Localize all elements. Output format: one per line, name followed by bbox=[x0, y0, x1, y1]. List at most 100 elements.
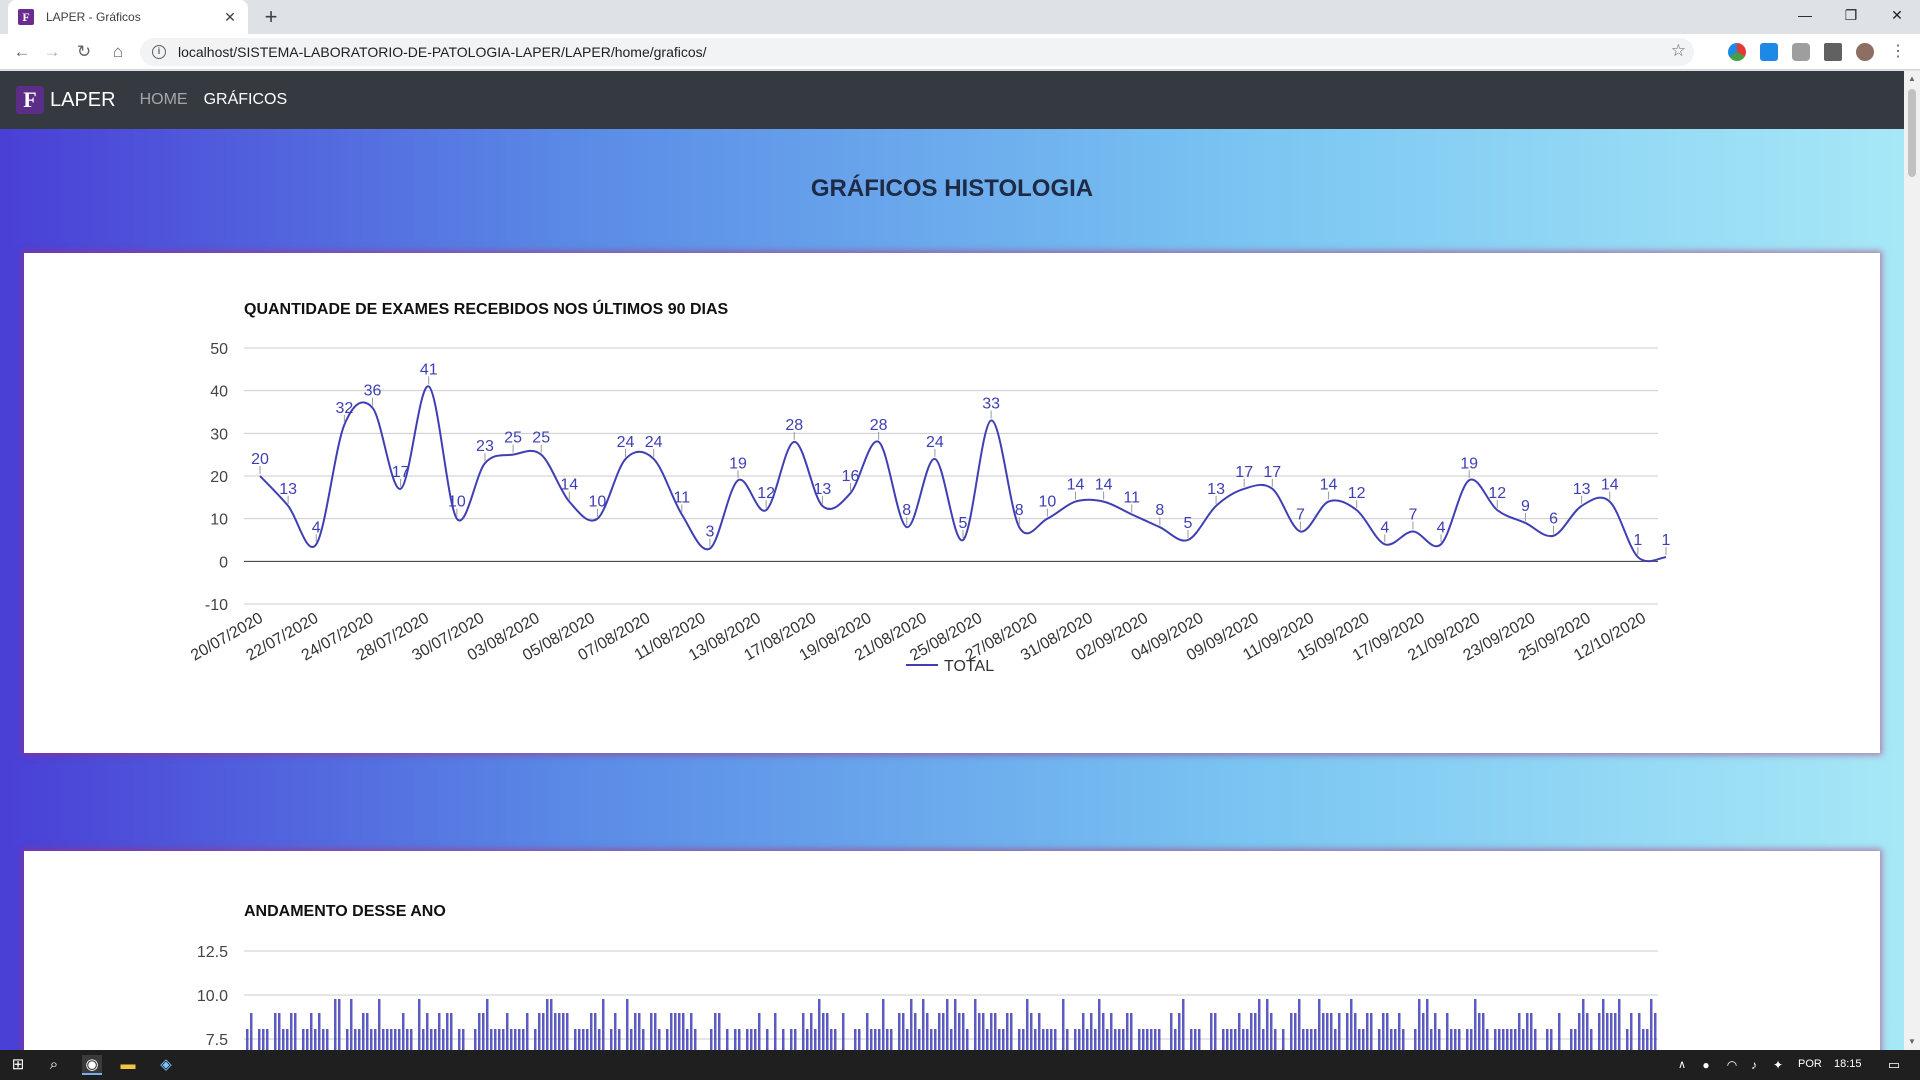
scroll-up-arrow-icon[interactable]: ▲ bbox=[1904, 71, 1920, 87]
year-bar bbox=[1446, 1013, 1449, 1050]
year-bar bbox=[1402, 1029, 1405, 1050]
page-scrollbar[interactable]: ▲ ▼ bbox=[1904, 71, 1920, 1050]
y-tick-label: 50 bbox=[210, 341, 228, 358]
forward-arrow-icon[interactable]: → bbox=[40, 40, 64, 64]
scroll-down-arrow-icon[interactable]: ▼ bbox=[1904, 1034, 1920, 1050]
data-label: 7 bbox=[1296, 506, 1305, 523]
year-bar bbox=[594, 1013, 597, 1050]
nav-link-graficos[interactable]: GRÁFICOS bbox=[204, 91, 288, 109]
file-explorer-icon[interactable]: ▬ bbox=[118, 1055, 138, 1075]
year-bar bbox=[954, 999, 957, 1050]
year-bar bbox=[982, 1013, 985, 1050]
year-bar bbox=[362, 1013, 365, 1050]
year-bar bbox=[1330, 1013, 1333, 1050]
year-bar bbox=[1074, 1029, 1077, 1050]
steam-tray-icon[interactable]: ● bbox=[1696, 1055, 1716, 1075]
back-arrow-icon[interactable]: ← bbox=[10, 40, 34, 64]
data-label: 24 bbox=[645, 434, 663, 451]
year-bar bbox=[902, 1013, 905, 1050]
year-bar bbox=[1054, 1029, 1057, 1050]
windows-start-icon[interactable]: ⊞ bbox=[8, 1055, 28, 1075]
site-info-icon[interactable]: i bbox=[152, 45, 166, 59]
bookmark-star-icon[interactable]: ☆ bbox=[1671, 41, 1686, 61]
year-bar bbox=[1534, 1029, 1537, 1050]
year-bar bbox=[1010, 1013, 1013, 1050]
close-tab-icon[interactable]: ✕ bbox=[222, 9, 238, 26]
dropbox-tray-icon[interactable]: ✦ bbox=[1768, 1055, 1788, 1075]
tray-chevron-icon[interactable]: ∧ bbox=[1672, 1055, 1692, 1075]
year-bar bbox=[1458, 1029, 1461, 1050]
translate-extension-icon[interactable] bbox=[1760, 43, 1778, 61]
year-bar bbox=[1306, 1029, 1309, 1050]
y-tick-label: 30 bbox=[210, 426, 228, 443]
volume-icon[interactable]: ♪ bbox=[1744, 1055, 1764, 1075]
laper-logo-icon[interactable]: F bbox=[16, 86, 44, 114]
year-bar bbox=[1394, 1029, 1397, 1050]
data-label: 13 bbox=[1207, 481, 1225, 498]
year-bar bbox=[1250, 1013, 1253, 1050]
notifications-icon[interactable]: ▭ bbox=[1884, 1055, 1904, 1075]
year-bar bbox=[546, 999, 549, 1050]
camera-extension-icon[interactable] bbox=[1792, 43, 1810, 61]
year-bar bbox=[418, 999, 421, 1050]
search-icon[interactable]: ⌕ bbox=[44, 1055, 64, 1075]
year-bar bbox=[1122, 1029, 1125, 1050]
year-bar bbox=[1366, 1013, 1369, 1050]
y-tick-label: 12.5 bbox=[197, 944, 228, 961]
year-bar bbox=[282, 1029, 285, 1050]
year-bar bbox=[890, 1029, 893, 1050]
year-bar bbox=[1514, 1029, 1517, 1050]
home-icon[interactable]: ⌂ bbox=[106, 40, 130, 64]
close-window-button[interactable]: ✕ bbox=[1874, 0, 1920, 30]
chrome-taskbar-icon[interactable]: ◉ bbox=[82, 1055, 102, 1075]
year-bar bbox=[1242, 1029, 1245, 1050]
year-bar bbox=[658, 1029, 661, 1050]
color-extension-icon[interactable] bbox=[1728, 43, 1746, 61]
year-bar bbox=[438, 1013, 441, 1050]
year-bar bbox=[262, 1029, 265, 1050]
address-bar[interactable]: i localhost/SISTEMA-LABORATORIO-DE-PATOL… bbox=[140, 38, 1694, 66]
year-bar bbox=[1434, 1013, 1437, 1050]
year-bar bbox=[346, 1029, 349, 1050]
profile-avatar[interactable] bbox=[1856, 43, 1874, 61]
year-bar bbox=[922, 999, 925, 1050]
restore-window-button[interactable]: ❐ bbox=[1828, 0, 1874, 30]
new-tab-button[interactable]: + bbox=[258, 4, 284, 30]
year-bar bbox=[1618, 999, 1621, 1050]
wifi-icon[interactable]: ◠ bbox=[1722, 1055, 1742, 1075]
minimize-window-button[interactable]: — bbox=[1782, 0, 1828, 30]
year-bar bbox=[1602, 999, 1605, 1050]
clock[interactable]: 18:15 bbox=[1834, 1058, 1862, 1070]
data-label: 10 bbox=[448, 494, 466, 511]
app-taskbar-icon[interactable]: ◈ bbox=[156, 1055, 176, 1075]
year-bar bbox=[1006, 1013, 1009, 1050]
reload-icon[interactable]: ↻ bbox=[72, 40, 96, 64]
year-bar bbox=[1194, 1029, 1197, 1050]
year-bar bbox=[934, 1029, 937, 1050]
page-title: GRÁFICOS HISTOLOGIA bbox=[810, 175, 1094, 202]
nav-link-home[interactable]: HOME bbox=[140, 91, 188, 109]
year-bar bbox=[710, 1029, 713, 1050]
language-indicator[interactable]: POR bbox=[1798, 1058, 1822, 1070]
year-bar bbox=[246, 1029, 249, 1050]
year-bar bbox=[1174, 1029, 1177, 1050]
data-label: 25 bbox=[532, 430, 550, 447]
year-bar bbox=[626, 999, 629, 1050]
browser-tab[interactable]: F LAPER - Gráficos ✕ bbox=[8, 0, 248, 34]
scrollbar-thumb[interactable] bbox=[1908, 89, 1916, 177]
year-bar bbox=[494, 1029, 497, 1050]
tab-title: LAPER - Gráficos bbox=[46, 10, 141, 24]
brand-name[interactable]: LAPER bbox=[50, 89, 116, 112]
year-bar bbox=[402, 1013, 405, 1050]
year-bar bbox=[478, 1013, 481, 1050]
year-bar bbox=[746, 1029, 749, 1050]
year-bar bbox=[634, 1013, 637, 1050]
year-bar bbox=[1430, 1029, 1433, 1050]
year-bar bbox=[1046, 1029, 1049, 1050]
y-tick-label: 10 bbox=[210, 512, 228, 529]
browser-menu-icon[interactable]: ⋮ bbox=[1886, 40, 1910, 64]
year-bar bbox=[1370, 1013, 1373, 1050]
year-bar bbox=[1598, 1013, 1601, 1050]
windows-taskbar: ⊞ ⌕ ◉ ▬ ◈ ∧ ● ◠ ♪ ✦ POR 18:15 ▭ bbox=[0, 1050, 1920, 1080]
extensions-puzzle-icon[interactable] bbox=[1824, 43, 1842, 61]
